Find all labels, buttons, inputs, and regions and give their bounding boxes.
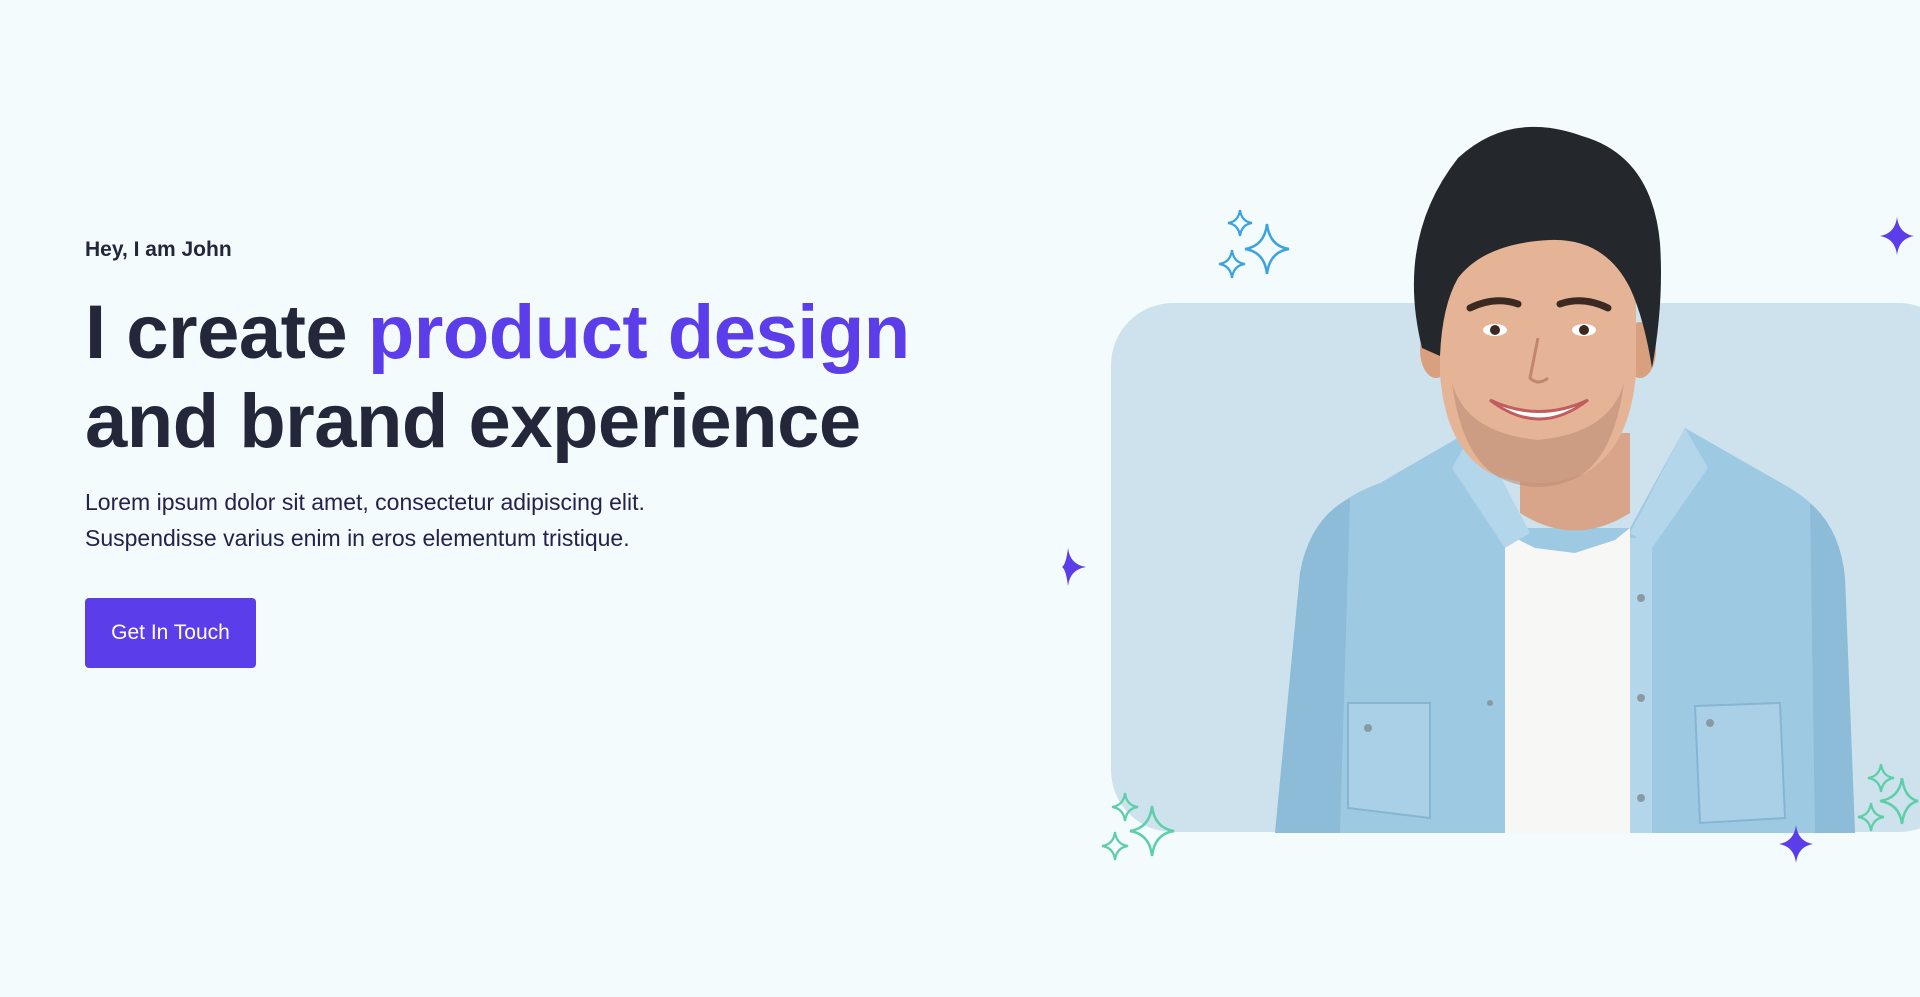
star-icon (1880, 217, 1914, 255)
portrait-image (1275, 126, 1855, 833)
sparkle-icon (1101, 831, 1129, 861)
sparkle-icon (1879, 777, 1919, 825)
hero-description: Lorem ipsum dolor sit amet, consectetur … (85, 484, 805, 556)
sparkle-icon (1218, 249, 1246, 279)
sparkle-icon (1129, 805, 1175, 857)
sparkle-icon (1244, 223, 1290, 275)
greeting-text: Hey, I am John (85, 238, 232, 261)
hero-headline: I create product design and brand experie… (85, 288, 985, 466)
description-line-1: Lorem ipsum dolor sit amet, consectetur … (85, 489, 645, 515)
description-line-2: Suspendisse varius enim in eros elementu… (85, 525, 630, 551)
headline-accent: product design (367, 290, 910, 375)
headline-start: I create (85, 290, 368, 375)
get-in-touch-button[interactable]: Get In Touch (85, 598, 256, 668)
star-icon (1062, 548, 1086, 586)
hero-text-section: Hey, I am John I create product design an… (85, 234, 985, 668)
headline-end: and brand experience (85, 379, 861, 464)
sparkle-icon (1857, 802, 1885, 832)
star-icon (1779, 825, 1813, 863)
